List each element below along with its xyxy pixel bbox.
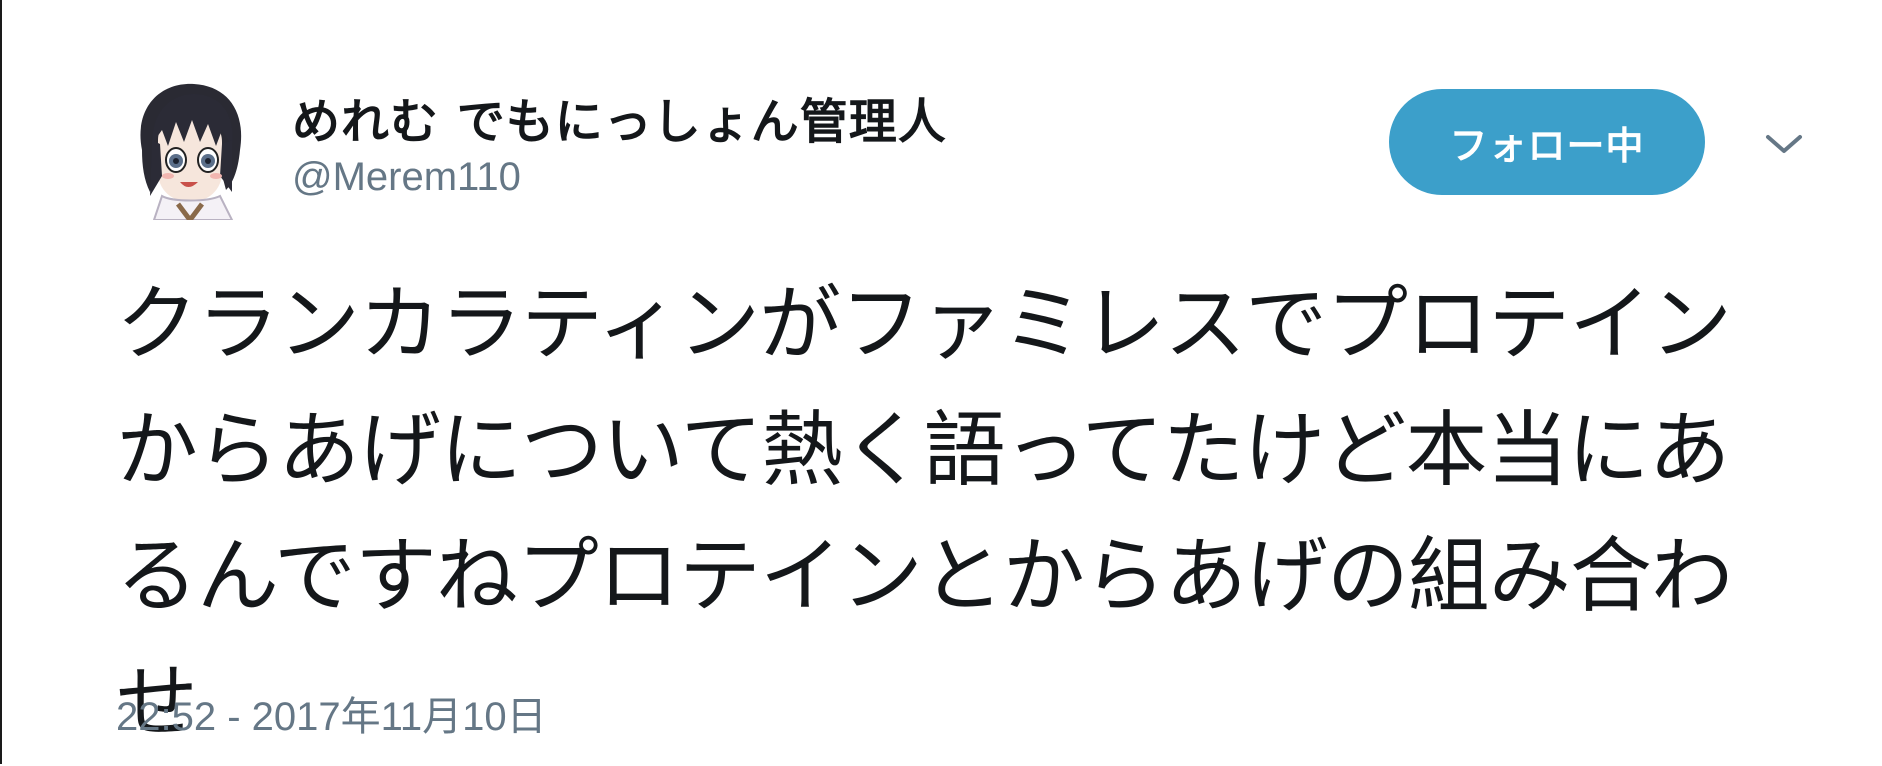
anime-character-avatar-icon	[140, 83, 242, 225]
following-button[interactable]: フォロー中	[1389, 89, 1705, 195]
author-display-name[interactable]: めれむ でもにっしょん管理人	[292, 82, 947, 152]
chevron-down-icon	[1766, 135, 1802, 153]
following-button-label: フォロー中	[1449, 123, 1645, 168]
author-avatar[interactable]	[128, 80, 248, 225]
tweet-card: めれむ でもにっしょん管理人 @Merem110 フォロー中 クランカラティンが…	[0, 0, 1882, 764]
author-handle[interactable]: @Merem110	[292, 155, 521, 200]
tweet-timestamp[interactable]: 22:52 - 2017年11月10日	[116, 684, 547, 742]
tweet-more-menu-button[interactable]	[1762, 128, 1806, 160]
